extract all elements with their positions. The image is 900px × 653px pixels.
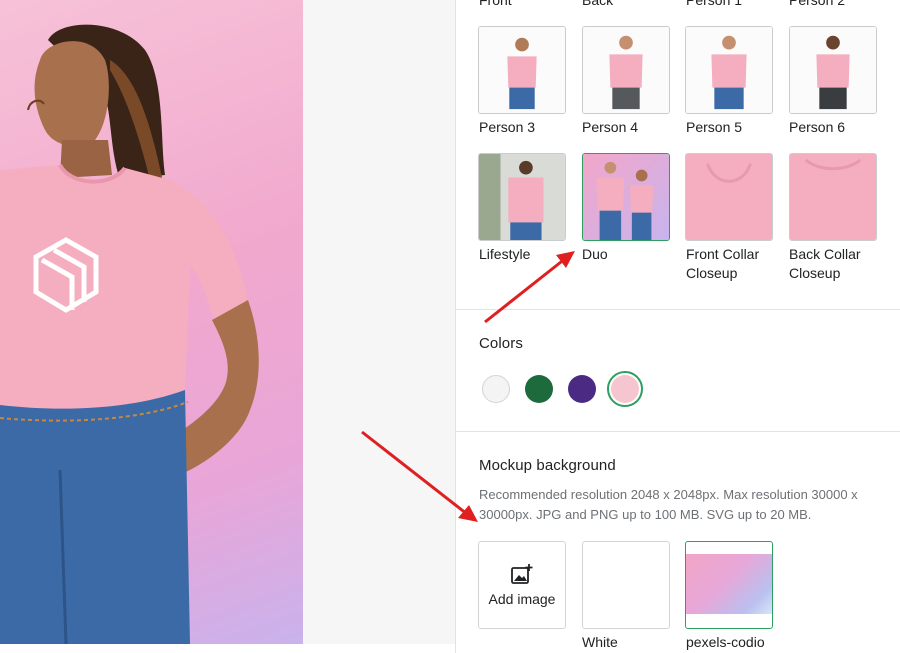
mockup-label-front: Front: [479, 0, 512, 8]
mockup-preview: [0, 0, 303, 644]
mockup-label-person-3: Person 3: [479, 119, 536, 135]
mockup-label-person-2: Person 2: [789, 0, 846, 8]
mockup-thumb-lifestyle[interactable]: [478, 153, 566, 241]
mockup-label-front-collar: Front Collar Closeup: [686, 246, 760, 281]
mockup-label-person-4: Person 4: [582, 119, 639, 135]
mockup-thumb-duo[interactable]: [582, 153, 670, 241]
background-tile-pexels-codio[interactable]: [685, 541, 773, 629]
add-image-button[interactable]: Add image: [478, 541, 566, 629]
image-add-icon: [511, 564, 533, 584]
section-divider: [455, 431, 900, 432]
color-swatch-white[interactable]: [482, 375, 510, 403]
background-label-pexels-codio: pexels-codio: [686, 634, 765, 650]
canvas-gutter: [303, 0, 455, 644]
section-divider: [455, 309, 900, 310]
background-label-white: White: [582, 634, 618, 650]
mockup-background-hint: Recommended resolution 2048 x 2048px. Ma…: [479, 487, 858, 522]
mockup-label-back-collar: Back Collar Closeup: [789, 246, 861, 281]
mockup-thumb-person-4[interactable]: [582, 26, 670, 114]
color-swatch-pink[interactable]: [611, 375, 639, 403]
mockup-label-duo: Duo: [582, 246, 608, 262]
mockup-label-back: Back: [582, 0, 614, 8]
colors-title: Colors: [479, 335, 523, 352]
background-preview: [686, 554, 772, 614]
model-photo: [0, 24, 259, 644]
mockup-thumb-back-collar[interactable]: [789, 153, 877, 241]
mockup-thumb-person-3[interactable]: [478, 26, 566, 114]
mockup-label-person-1: Person 1: [686, 0, 743, 8]
mockup-label-person-5: Person 5: [686, 119, 743, 135]
mockup-label-lifestyle: Lifestyle: [479, 246, 531, 262]
mockup-thumb-person-6[interactable]: [789, 26, 877, 114]
color-swatch-green[interactable]: [525, 375, 553, 403]
background-tile-white[interactable]: [582, 541, 670, 629]
mockup-background-title: Mockup background: [479, 457, 616, 474]
add-image-label: Add image: [488, 591, 556, 607]
color-swatch-purple[interactable]: [568, 375, 596, 403]
mockup-label-person-6: Person 6: [789, 119, 846, 135]
mockup-thumb-person-5[interactable]: [685, 26, 773, 114]
mockup-thumb-front-collar[interactable]: [685, 153, 773, 241]
